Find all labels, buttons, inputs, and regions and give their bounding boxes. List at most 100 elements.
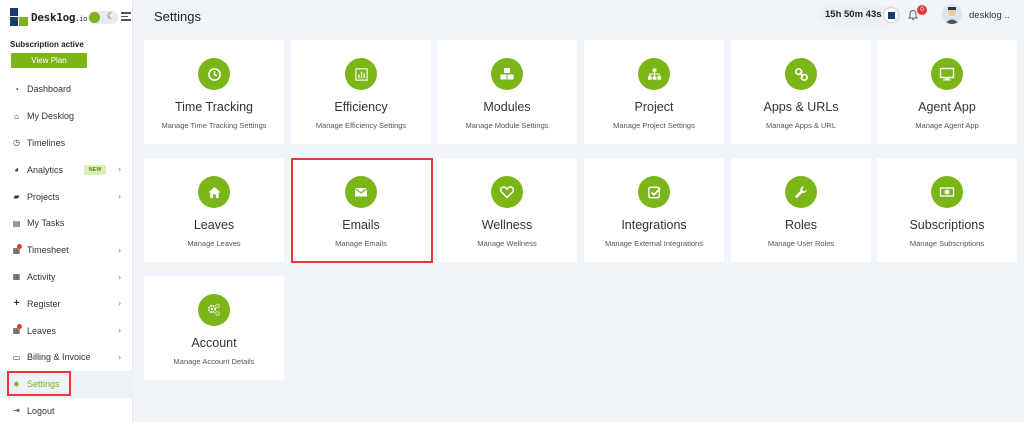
chevron-right-icon: ›: [118, 191, 121, 202]
card-subtitle: Manage Apps & URL: [765, 121, 837, 130]
settings-card-agent-app[interactable]: Agent App Manage Agent App: [877, 40, 1017, 144]
sidebar-item-my-tasks[interactable]: ▤ My Tasks: [0, 210, 133, 237]
settings-card-account[interactable]: Account Manage Account Details: [144, 276, 284, 380]
invoice-icon: ▭: [12, 352, 21, 362]
cubes-icon: [491, 58, 523, 90]
sidebar-item-leaves[interactable]: ▦ Leaves ›: [0, 317, 133, 344]
theme-toggle-knob: [89, 12, 100, 23]
card-subtitle: Manage Leaves: [187, 239, 241, 248]
work-timer: 15h 50m 43s: [819, 5, 901, 25]
settings-card-wellness[interactable]: Wellness Manage Wellness: [437, 158, 577, 262]
subscription-status: Subscription active: [10, 40, 84, 49]
alert-dot: [17, 243, 22, 249]
sitemap-icon: [638, 58, 670, 90]
sidebar-item-logout[interactable]: ⇥ Logout: [0, 398, 133, 422]
brand: Desk1og.io ☾: [10, 8, 131, 28]
chevron-right-icon: ›: [118, 298, 121, 309]
settings-card-subscriptions[interactable]: Subscriptions Manage Subscriptions: [877, 158, 1017, 262]
chevron-right-icon: ›: [118, 244, 121, 255]
settings-card-modules[interactable]: Modules Manage Module Settings: [437, 40, 577, 144]
settings-card-time-tracking[interactable]: Time Tracking Manage Time Tracking Setti…: [144, 40, 284, 144]
card-subtitle: Manage Account Details: [173, 357, 255, 366]
page-title: Settings: [154, 9, 201, 24]
monitor-icon: [931, 58, 963, 90]
sidebar-item-label: Dashboard: [27, 84, 72, 95]
heart-icon: [491, 176, 523, 208]
sidebar-item-activity[interactable]: ▦ Activity ›: [0, 264, 133, 291]
link-icon: [785, 58, 817, 90]
card-title: Account: [191, 336, 237, 350]
card-title: Time Tracking: [174, 100, 254, 114]
sidebar-item-label: Logout: [27, 405, 55, 416]
card-subtitle: Manage Agent App: [915, 121, 979, 130]
alert-dot: [17, 324, 22, 330]
settings-card-leaves[interactable]: Leaves Manage Leaves: [144, 158, 284, 262]
grid-icon: ▦: [12, 272, 21, 282]
calendar-icon: ▦: [12, 243, 22, 255]
plus-icon: +: [13, 298, 20, 310]
user-name[interactable]: desklog ..: [969, 10, 1010, 21]
tasks-icon: ▤: [12, 218, 21, 228]
sidebar-item-label: Timesheet: [27, 245, 69, 256]
sidebar-item-billing-invoice[interactable]: ▭ Billing & Invoice ›: [0, 344, 133, 371]
sidebar-item-label: Register: [27, 298, 61, 309]
calendar-icon: ▦: [12, 324, 22, 336]
settings-card-project[interactable]: Project Manage Project Settings: [584, 40, 724, 144]
clock-icon: [198, 58, 230, 90]
card-title: Efficiency: [334, 100, 388, 114]
sidebar-item-label: Projects: [27, 191, 60, 202]
user-avatar-icon: [945, 7, 959, 24]
timer-value: 15h 50m 43s: [825, 9, 882, 20]
sidebar: Desk1og.io ☾ Subscription active View Pl…: [0, 0, 133, 422]
sidebar-item-label: Activity: [27, 271, 56, 282]
emails-highlight-box: [291, 158, 433, 263]
card-title: Wellness: [481, 218, 533, 232]
sidebar-item-label: Billing & Invoice: [27, 352, 91, 363]
sidebar-item-timelines[interactable]: ◷ Timelines: [0, 130, 133, 157]
settings-card-integrations[interactable]: Integrations Manage External Integration…: [584, 158, 724, 262]
card-title: Integrations: [621, 218, 687, 232]
sidebar-item-register[interactable]: + Register ›: [0, 290, 133, 317]
sidebar-item-dashboard[interactable]: ◔ Dashboard: [0, 76, 133, 103]
wrench-icon: [785, 176, 817, 208]
sidebar-item-label: My Desklog: [27, 111, 75, 122]
card-subtitle: Manage Efficiency Settings: [315, 121, 407, 130]
settings-highlight-box: [7, 371, 71, 396]
card-subtitle: Manage User Roles: [767, 239, 835, 248]
clock-icon: ◷: [13, 138, 20, 148]
sidebar-item-label: Leaves: [27, 325, 57, 336]
view-plan-button[interactable]: View Plan: [11, 53, 87, 68]
sidebar-item-label: Timelines: [27, 137, 66, 148]
chevron-right-icon: ›: [118, 325, 121, 336]
avatar[interactable]: [942, 4, 962, 24]
chevron-right-icon: ›: [118, 351, 121, 362]
sidebar-item-label: Analytics: [27, 164, 64, 175]
theme-toggle[interactable]: ☾: [88, 11, 118, 24]
check-square-icon: [638, 176, 670, 208]
collapse-menu-icon[interactable]: [121, 12, 131, 22]
sidebar-item-timesheet[interactable]: ▦ Timesheet ›: [0, 237, 133, 264]
card-title: Project: [634, 100, 674, 114]
home-icon: ⌂: [14, 111, 19, 121]
sidebar-item-analytics[interactable]: ◕ Analytics NEW ›: [0, 156, 133, 183]
card-title: Modules: [483, 100, 531, 114]
brand-name: Desk1og.io: [31, 11, 88, 24]
chevron-right-icon: ›: [118, 271, 121, 282]
settings-card-apps-urls[interactable]: Apps & URLs Manage Apps & URL: [731, 40, 871, 144]
sidebar-item-my-desklog[interactable]: ⌂ My Desklog: [0, 103, 133, 130]
settings-card-roles[interactable]: Roles Manage User Roles: [731, 158, 871, 262]
new-badge: NEW: [84, 165, 106, 176]
sidebar-item-projects[interactable]: ▰ Projects ›: [0, 183, 133, 210]
card-subtitle: Manage Wellness: [477, 239, 537, 248]
card-title: Roles: [785, 218, 817, 232]
stop-timer-button[interactable]: [883, 7, 899, 23]
moon-icon: ☾: [106, 11, 115, 21]
card-title: Leaves: [193, 218, 235, 232]
folder-icon: ▰: [13, 192, 20, 202]
logout-icon: ⇥: [13, 406, 20, 416]
card-title: Apps & URLs: [763, 100, 839, 114]
chevron-right-icon: ›: [118, 164, 121, 175]
card-subtitle: Manage Time Tracking Settings: [161, 121, 267, 130]
settings-card-efficiency[interactable]: Efficiency Manage Efficiency Settings: [291, 40, 431, 144]
card-subtitle: Manage External Integrations: [605, 239, 703, 248]
